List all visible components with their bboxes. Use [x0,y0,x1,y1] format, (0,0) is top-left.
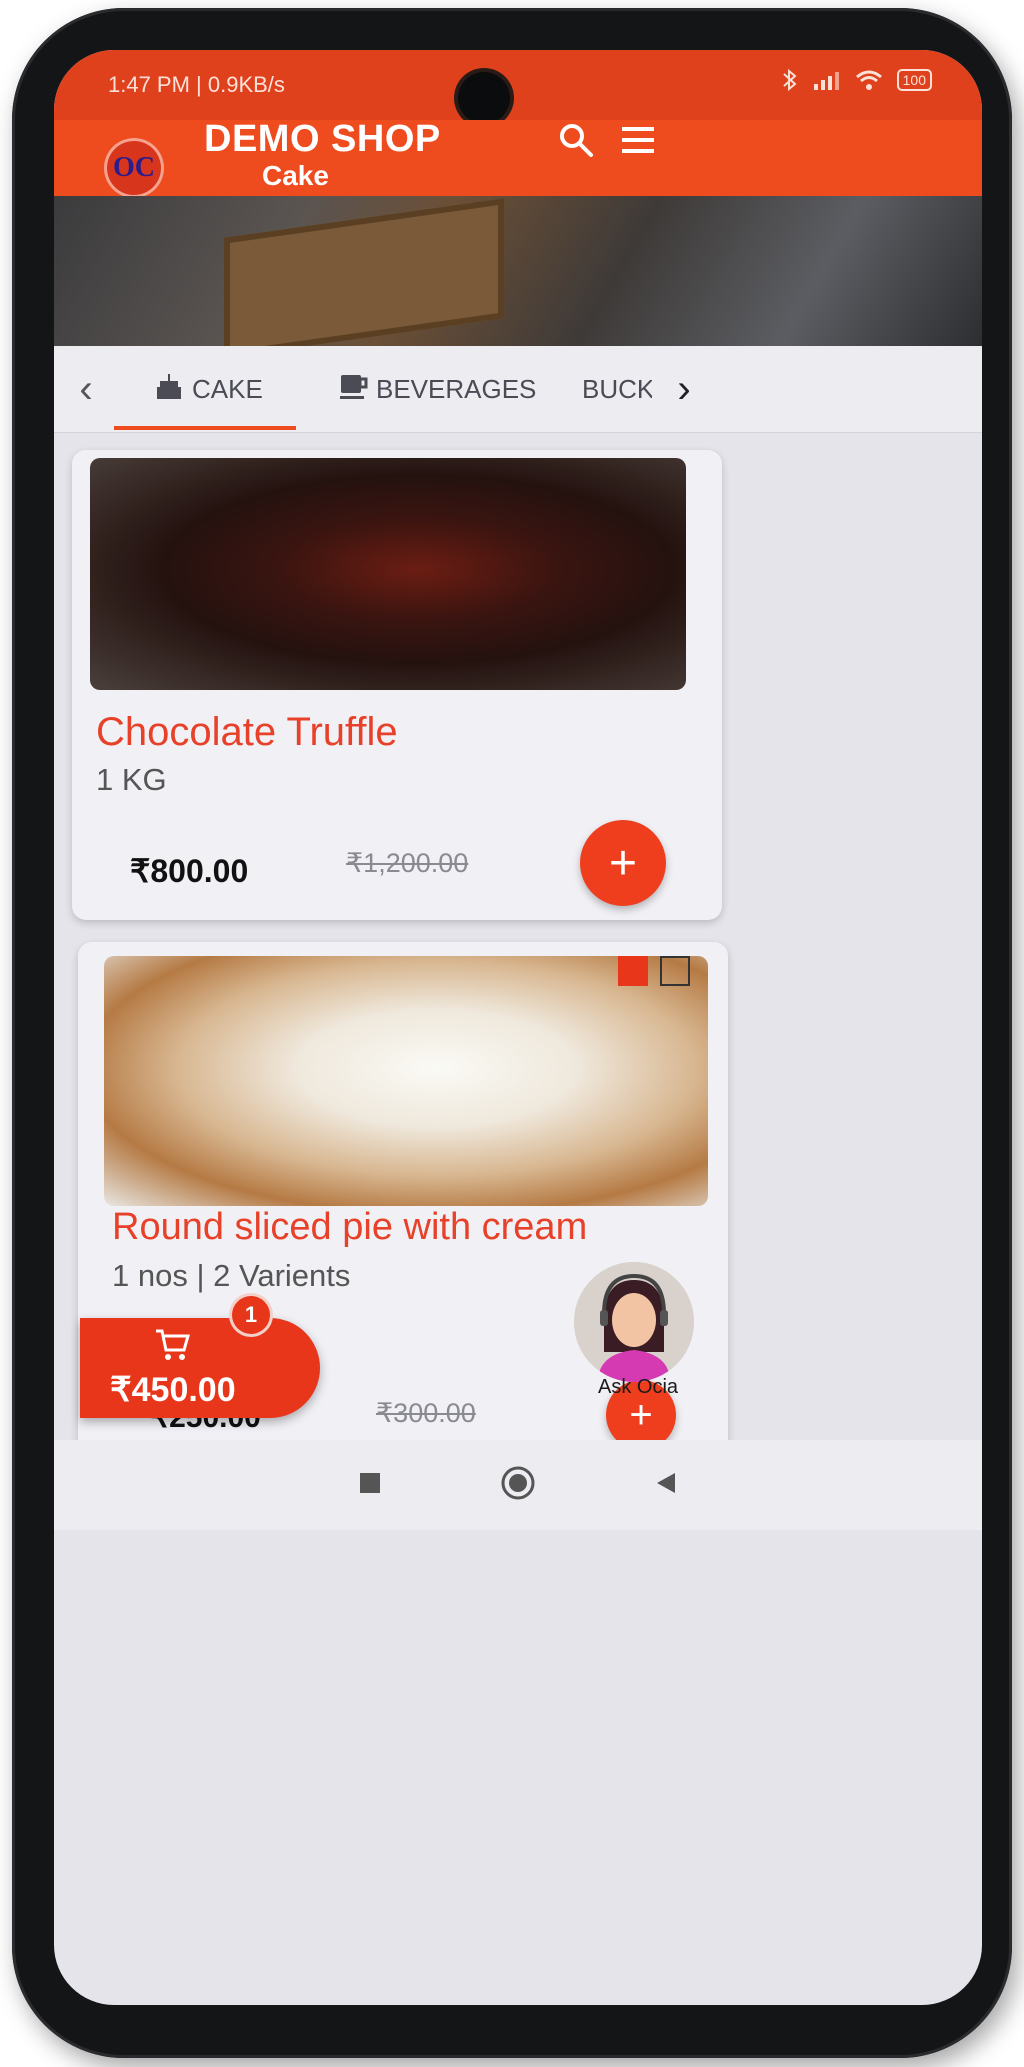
status-time: 1:47 PM | 0.9KB/s [108,72,285,97]
assistant-label[interactable]: Ask Ocia [598,1376,678,1399]
front-camera [458,72,510,124]
product-image[interactable] [90,458,686,690]
product-quantity: 1 nos | 2 Varients [112,1258,351,1293]
signal-icon [813,70,841,90]
tabs-scroll-right-icon[interactable]: › [652,346,716,432]
menu-icon[interactable] [610,112,666,168]
shop-title: DEMO SHOP [204,118,441,160]
tab-cake-label: CAKE [192,373,263,404]
tab-beverages[interactable]: BEVERAGES [338,346,536,432]
tab-cake[interactable]: CAKE [154,346,263,432]
home-icon[interactable] [501,1466,535,1505]
status-bar: 1:47 PM | 0.9KB/s 100 [54,50,982,124]
banner-image [54,196,982,346]
tab-beverages-label: BEVERAGES [376,373,537,404]
product-price: ₹800.00 [130,853,249,889]
back-icon[interactable] [655,1471,677,1500]
cake-icon [154,371,184,408]
plus-icon: + [629,1392,653,1437]
add-to-cart-button[interactable]: + [580,820,666,906]
plus-icon: + [608,836,638,890]
bluetooth-icon [781,68,799,92]
cart-count-badge: 1 [232,1296,270,1334]
screen: 1:47 PM | 0.9KB/s 100 OC DEMO SHOP Cake [54,50,982,2005]
phone-frame: 1:47 PM | 0.9KB/s 100 OC DEMO SHOP Cake [12,8,1012,2058]
cart-icon [154,1328,190,1367]
product-name[interactable]: Round sliced pie with cream [112,1206,587,1249]
status-icons: 100 [781,68,932,92]
system-nav-bar [54,1440,982,1530]
assistant-avatar[interactable] [574,1262,694,1382]
tab-buckets-label: BUCKE [582,373,652,404]
cart-button[interactable]: ₹450.00 [80,1318,320,1418]
product-name[interactable]: Chocolate Truffle [96,710,398,755]
product-image[interactable] [104,956,708,1206]
cart-total: ₹450.00 [110,1371,236,1409]
tab-buckets[interactable]: BUCKE [582,346,652,432]
product-quantity: 1 KG [96,762,167,797]
category-tabs: ‹ CAKE BEVERAGES BUCKE › [54,346,982,433]
battery-icon: 100 [896,69,932,91]
wifi-icon [855,69,883,91]
product-mrp: ₹1,200.00 [346,848,469,878]
recent-apps-icon[interactable] [359,1472,381,1499]
search-icon[interactable] [548,112,604,168]
category-subtitle: Cake [262,160,329,191]
variant-swatch-selected[interactable] [618,956,648,986]
tabs-scroll-left-icon[interactable]: ‹ [54,346,118,432]
cup-icon [338,371,368,408]
variant-swatch[interactable] [660,956,690,986]
product-mrp: ₹300.00 [376,1398,476,1428]
selected-tab-indicator [114,426,296,430]
support-agent-icon [574,1262,694,1382]
shop-logo: OC [104,138,164,198]
